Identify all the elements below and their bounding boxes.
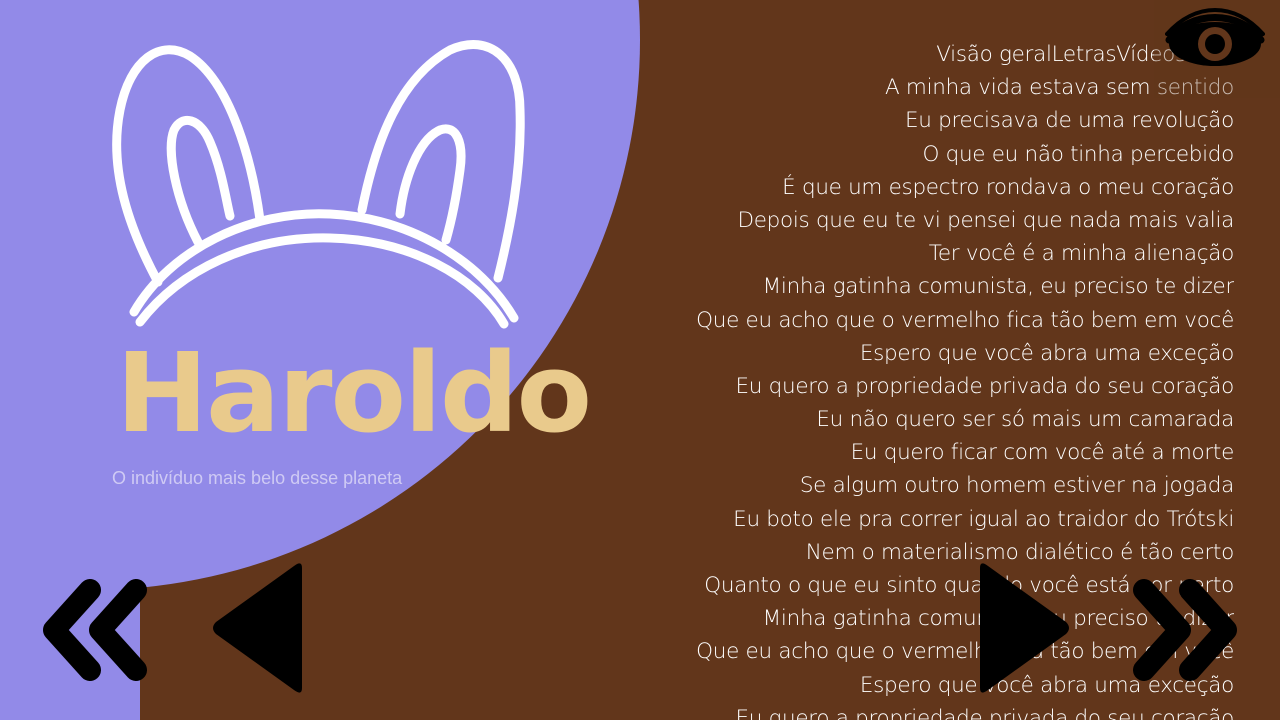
previous-button[interactable] [210, 562, 312, 694]
double-chevron-left-icon [43, 579, 147, 681]
forward-button[interactable] [1128, 574, 1240, 686]
lyric-line: Eu quero a propriedade privada do seu co… [735, 705, 1234, 720]
lyric-line: Se algum outro homem estiver na jogada [799, 473, 1234, 499]
lyric-line: Ter você é a minha alienação [928, 241, 1234, 267]
bunny-ears-icon [100, 30, 540, 340]
lyric-line: Espero que você abra uma exceção [859, 340, 1234, 366]
lyric-line: O que eu não tinha percebido [922, 141, 1234, 167]
stage: Haroldo O indivíduo mais belo desse plan… [0, 0, 1280, 720]
lyric-line: Eu quero a propriedade privada do seu co… [735, 373, 1234, 399]
profile-title: Haroldo [116, 329, 592, 457]
lyric-line: Minha gatinha comunista, eu preciso te d… [762, 274, 1234, 300]
lyric-line: Depois que eu te vi pensei que nada mais… [737, 207, 1234, 233]
lyric-line: É que um espectro rondava o meu coração [782, 174, 1234, 200]
lyric-line: Nem o materialismo dialético é tão certo [805, 539, 1234, 565]
lyric-line: Eu boto ele pra correr igual ao traidor … [733, 506, 1234, 532]
lyric-line: A minha vida estava sem sentido [884, 75, 1234, 101]
eye-icon[interactable] [1165, 4, 1265, 76]
profile-subtitle: O indivíduo mais belo desse planeta [112, 468, 403, 488]
lyric-line: Eu não quero ser só mais um camarada [816, 407, 1234, 433]
play-button[interactable] [970, 562, 1072, 694]
triangle-left-icon [213, 563, 302, 693]
rewind-button[interactable] [40, 574, 152, 686]
lyric-line: Eu precisava de uma revolução [904, 108, 1234, 134]
lyric-line: Eu quero ficar com você até a morte [850, 440, 1234, 466]
triangle-right-icon [980, 563, 1069, 693]
lyrics-tabs[interactable]: Visão geralLetrasVídeosOuvi [640, 38, 1234, 71]
double-chevron-right-icon [1133, 579, 1237, 681]
lyric-line: Que eu acho que o vermelho fica tão bem … [696, 307, 1234, 333]
